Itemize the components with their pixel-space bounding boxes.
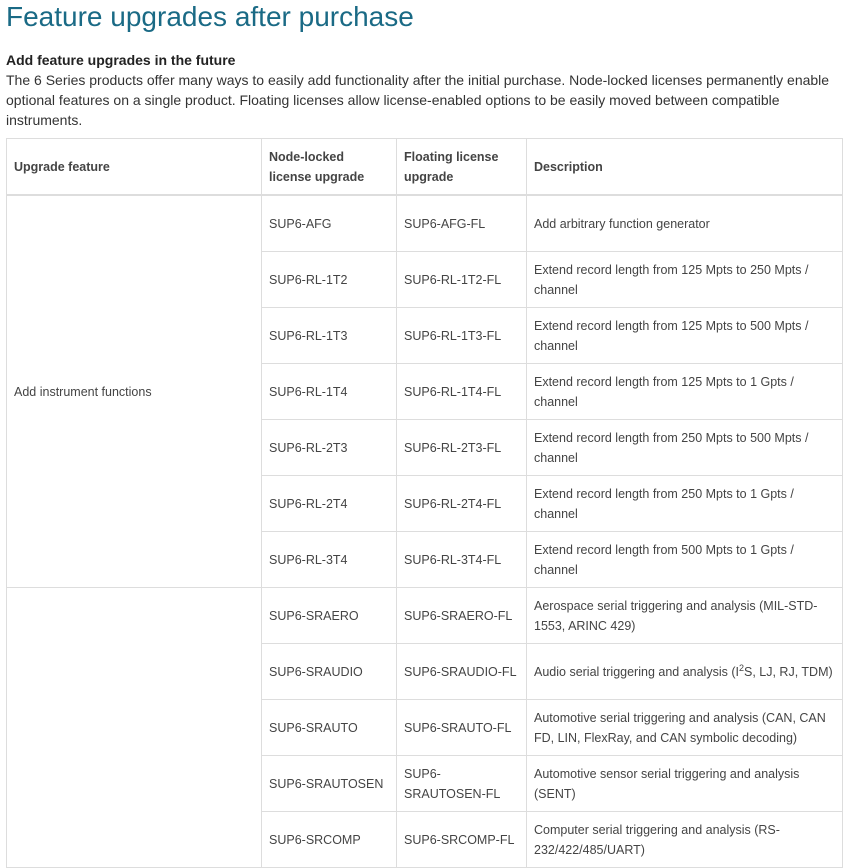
- cell-description: Extend record length from 250 Mpts to 50…: [526, 419, 843, 476]
- cell-floating: SUP6-RL-1T3-FL: [396, 307, 527, 364]
- header-floating: Floating license upgrade: [396, 138, 527, 196]
- cell-node-locked: SUP6-SRCOMP: [261, 811, 397, 868]
- cell-node-locked: SUP6-RL-2T4: [261, 475, 397, 532]
- table-row: Add instrument functions SUP6-AFG SUP6-A…: [6, 194, 843, 588]
- group-feature-serial: [6, 587, 262, 868]
- cell-node-locked: SUP6-RL-3T4: [261, 531, 397, 588]
- cell-node-locked: SUP6-RL-1T2: [261, 251, 397, 308]
- description-text: Audio serial triggering and analysis (I: [534, 664, 739, 679]
- cell-node-locked: SUP6-RL-2T3: [261, 419, 397, 476]
- cell-description: Audio serial triggering and analysis (I2…: [526, 643, 843, 700]
- page: Feature upgrades after purchase Add feat…: [0, 0, 845, 868]
- cell-description: Extend record length from 125 Mpts to 1 …: [526, 363, 843, 420]
- cell-description: Automotive serial triggering and analysi…: [526, 699, 843, 756]
- cell-description: Computer serial triggering and analysis …: [526, 811, 843, 868]
- intro-heading: Add feature upgrades in the future: [6, 52, 236, 68]
- cell-node-locked: SUP6-RL-1T4: [261, 363, 397, 420]
- group-feature-instrument-functions: Add instrument functions: [6, 194, 262, 588]
- cell-floating: SUP6-SRAUTOSEN-FL: [396, 755, 527, 812]
- table-header-row: Upgrade feature Node-locked license upgr…: [6, 138, 843, 196]
- cell-description: Add arbitrary function generator: [526, 194, 843, 252]
- cell-description: Extend record length from 125 Mpts to 25…: [526, 251, 843, 308]
- description-text: S, LJ, RJ, TDM): [743, 664, 833, 679]
- cell-description: Aerospace serial triggering and analysis…: [526, 587, 843, 644]
- cell-floating: SUP6-SRAUTO-FL: [396, 699, 527, 756]
- cell-floating: SUP6-AFG-FL: [396, 194, 527, 252]
- feature-upgrades-table: Upgrade feature Node-locked license upgr…: [6, 138, 843, 868]
- intro-text: The 6 Series products offer many ways to…: [6, 72, 830, 128]
- cell-floating: SUP6-SRAUDIO-FL: [396, 643, 527, 700]
- cell-description: Extend record length from 125 Mpts to 50…: [526, 307, 843, 364]
- cell-floating: SUP6-RL-2T4-FL: [396, 475, 527, 532]
- cell-floating: SUP6-RL-1T2-FL: [396, 251, 527, 308]
- cell-node-locked: SUP6-AFG: [261, 194, 397, 252]
- cell-node-locked: SUP6-SRAERO: [261, 587, 397, 644]
- cell-floating: SUP6-SRAERO-FL: [396, 587, 527, 644]
- header-upgrade-feature: Upgrade feature: [6, 138, 262, 196]
- cell-floating: SUP6-RL-2T3-FL: [396, 419, 527, 476]
- cell-description: Automotive sensor serial triggering and …: [526, 755, 843, 812]
- cell-description: Extend record length from 250 Mpts to 1 …: [526, 475, 843, 532]
- cell-floating: SUP6-RL-1T4-FL: [396, 363, 527, 420]
- cell-node-locked: SUP6-SRAUTO: [261, 699, 397, 756]
- cell-node-locked: SUP6-RL-1T3: [261, 307, 397, 364]
- cell-description: Extend record length from 500 Mpts to 1 …: [526, 531, 843, 588]
- table-row: SUP6-SRAERO SUP6-SRAERO-FL Aerospace ser…: [6, 587, 843, 868]
- header-node-locked: Node-locked license upgrade: [261, 138, 397, 196]
- cell-floating: SUP6-RL-3T4-FL: [396, 531, 527, 588]
- cell-floating: SUP6-SRCOMP-FL: [396, 811, 527, 868]
- cell-node-locked: SUP6-SRAUDIO: [261, 643, 397, 700]
- page-title: Feature upgrades after purchase: [6, 1, 414, 32]
- header-description: Description: [526, 138, 843, 196]
- cell-node-locked: SUP6-SRAUTOSEN: [261, 755, 397, 812]
